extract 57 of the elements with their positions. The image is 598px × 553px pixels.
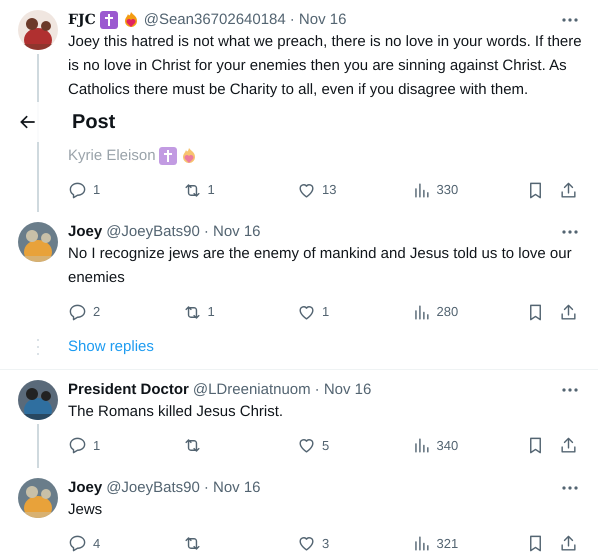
page-title: Post — [72, 110, 116, 135]
share-icon — [559, 534, 578, 553]
share-button[interactable] — [559, 180, 578, 200]
views-button[interactable]: 340 — [412, 436, 526, 456]
author-name: FJC — [68, 11, 96, 30]
more-icon — [562, 18, 578, 22]
like-button[interactable]: 13 — [297, 180, 412, 200]
more-icon — [562, 230, 578, 234]
speech-bubble-icon — [68, 180, 87, 200]
heart-icon — [297, 534, 316, 553]
post-text: No I recognize jews are the enemy of mankind and Jesus told us to love our enemies — [68, 244, 573, 288]
more-icon — [562, 486, 578, 490]
reply-button[interactable]: 4 — [68, 534, 182, 553]
speech-bubble-icon — [68, 302, 87, 322]
more-button[interactable] — [562, 486, 578, 490]
author-handle: @JoeyBats90 — [106, 478, 200, 498]
author-handle: @Sean36702640184 — [144, 10, 286, 30]
author-handle: @JoeyBats90 — [106, 222, 200, 242]
views-button[interactable]: 280 — [412, 302, 526, 322]
repost-button[interactable]: 1 — [182, 302, 297, 322]
post-date: · Nov 16 — [314, 380, 372, 400]
heart-icon — [297, 436, 316, 455]
dotted-line-icon — [37, 338, 39, 356]
share-icon — [559, 302, 578, 322]
speech-bubble-icon — [68, 534, 87, 553]
share-icon — [559, 180, 578, 200]
more-button[interactable] — [562, 388, 578, 392]
repost-button[interactable]: 1 — [182, 180, 297, 200]
reply-button[interactable]: 2 — [68, 302, 182, 322]
post-text: Jews — [68, 500, 102, 520]
like-button[interactable]: 5 — [297, 436, 412, 456]
post-date: · Nov 16 — [204, 222, 261, 242]
reply-button[interactable]: 1 — [68, 180, 182, 200]
speech-bubble-icon — [68, 436, 87, 455]
post-date: · Nov 16 — [290, 10, 346, 30]
share-icon — [559, 436, 578, 455]
more-button[interactable] — [562, 18, 578, 22]
author-name: Joey — [68, 222, 102, 242]
cross-emoji-icon — [100, 11, 118, 29]
post-date: · Nov 16 — [204, 478, 261, 498]
like-button[interactable]: 1 — [297, 302, 412, 322]
author-name: President Doctor — [68, 380, 189, 400]
share-button[interactable] — [559, 534, 578, 553]
author-handle: @LDreeniatnuom — [192, 380, 311, 400]
views-button[interactable]: 321 — [412, 534, 526, 553]
more-icon — [562, 388, 578, 392]
share-button[interactable] — [559, 436, 578, 455]
post-text: The Romans killed Jesus Christ. — [68, 402, 284, 422]
like-button[interactable]: 3 — [297, 534, 412, 553]
cross-emoji-icon — [158, 147, 177, 165]
more-button[interactable] — [562, 230, 578, 234]
author-name: Joey — [68, 478, 102, 498]
views-button[interactable]: 330 — [412, 180, 526, 200]
post-text: Kyrie Eleison — [68, 146, 156, 166]
post-text: Joey this hatred is not what we preach, there is no love in your words. If there is no love in Christ for your enemies then you are sinning against Christ. As Catholics there must be Charity to all, even if you disagree with them. — [68, 32, 582, 100]
share-button[interactable] — [559, 302, 578, 322]
reply-button[interactable]: 1 — [68, 436, 182, 456]
